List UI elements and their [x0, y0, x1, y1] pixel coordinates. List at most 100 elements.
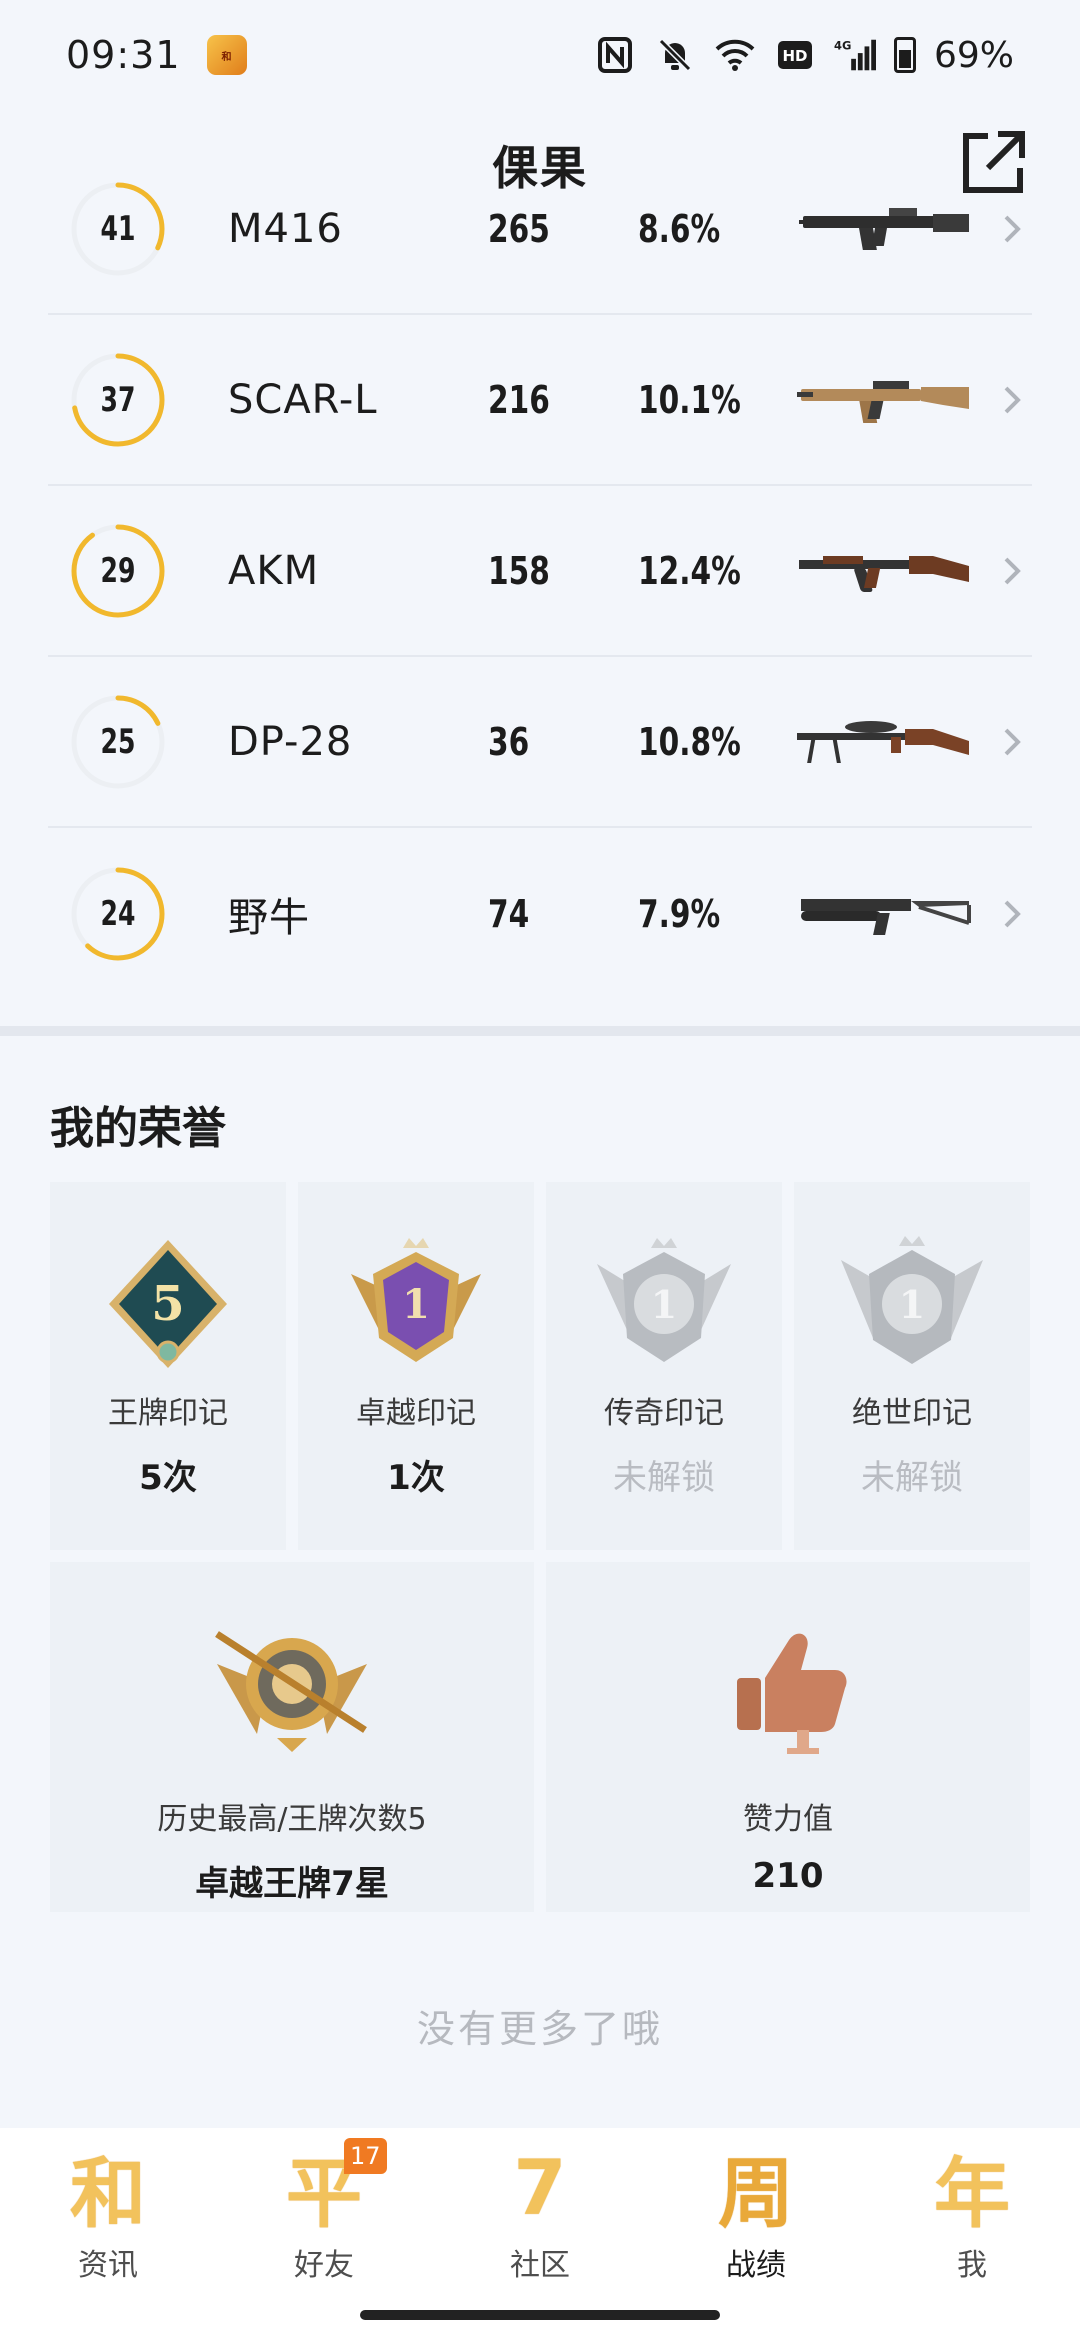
weapon-name: 野牛	[228, 894, 310, 941]
honor-value: 未解锁	[613, 1458, 715, 1498]
ace-tier-emblem-icon	[215, 1631, 367, 1752]
honor-value: 未解锁	[861, 1458, 963, 1498]
tab-news[interactable]: 和 资讯	[0, 2128, 216, 2340]
honor-label: 历史最高/王牌次数5	[157, 1802, 427, 1837]
weapon-row[interactable]: 37 SCAR-L 216 10.1%	[48, 315, 1032, 486]
wifi-icon	[714, 34, 756, 76]
dp-28-lmg-icon	[797, 720, 969, 763]
weapon-level-ring: 24	[70, 866, 166, 962]
weapon-rate: 8.6%	[638, 206, 721, 251]
honor-card-peerless[interactable]: 1 绝世印记 未解锁	[794, 1182, 1030, 1550]
hd-icon: HD	[774, 34, 816, 76]
scar-l-rifle-icon	[797, 380, 969, 423]
tab-label: 战绩	[726, 2248, 786, 2283]
honors-title: 我的荣誉	[50, 1103, 226, 1154]
record-tab-icon: 周	[718, 2149, 794, 2238]
weapon-row[interactable]: 24 野牛 74 7.9%	[48, 828, 1032, 999]
chevron-right-icon	[1004, 900, 1021, 927]
status-icons: HD 4G 69%	[594, 34, 1014, 76]
tab-me[interactable]: 年 我	[864, 2128, 1080, 2340]
weapon-kills: 265	[488, 206, 550, 251]
status-bar: 09:31 和 HD 4G 69%	[0, 0, 1080, 110]
weapon-rate: 10.8%	[638, 719, 741, 764]
weapon-row[interactable]: 25 DP-28 36 10.8%	[48, 657, 1032, 828]
tab-community[interactable]: 7 社区	[432, 2128, 648, 2340]
weapon-level-ring: 25	[70, 694, 166, 790]
app-notification-icon: 和	[206, 35, 247, 75]
battery-icon	[893, 37, 916, 73]
end-of-list-text: 没有更多了哦	[416, 2007, 663, 2051]
weapon-row[interactable]: 29 AKM 158 12.4%	[48, 486, 1032, 657]
news-tab-icon: 和	[70, 2149, 146, 2238]
weapon-name: SCAR-L	[228, 376, 378, 423]
chevron-right-icon	[1004, 215, 1021, 242]
weapon-kills: 36	[488, 719, 530, 764]
weapon-name: M416	[228, 205, 343, 252]
svg-text:1: 1	[402, 1281, 430, 1328]
weapon-level: 41	[100, 208, 136, 249]
weapon-level: 25	[100, 721, 136, 762]
honor-card-legend[interactable]: 1 传奇印记 未解锁	[546, 1182, 782, 1550]
tab-label: 我	[957, 2248, 987, 2283]
svg-text:1: 1	[651, 1282, 677, 1327]
legend-mark-icon: 1	[597, 1238, 731, 1362]
svg-text:4G: 4G	[834, 38, 851, 52]
section-divider	[0, 1026, 1080, 1036]
honor-card-highest-tier[interactable]: 历史最高/王牌次数5 卓越王牌7星	[50, 1562, 534, 1912]
weapon-rate: 7.9%	[638, 891, 721, 936]
tab-record[interactable]: 周 战绩	[648, 2128, 864, 2340]
bottom-nav: 和 资讯 平 17 好友 7 社区 周 战绩 年 我	[0, 2128, 1080, 2340]
status-time: 09:31	[66, 33, 181, 77]
weapon-level-ring: 41	[70, 181, 166, 277]
weapon-name: DP-28	[228, 718, 353, 765]
friends-count-badge: 17	[344, 2138, 387, 2174]
weapon-name: AKM	[228, 547, 320, 594]
weapon-list: 41 M416 265 8.6% 37 SCAR-L 216 10.1% 29 …	[48, 172, 1032, 999]
honor-card-likes[interactable]: 赞力值 210	[546, 1562, 1030, 1912]
honor-value: 5次	[139, 1458, 197, 1498]
thumbs-up-trophy-icon	[737, 1633, 847, 1754]
me-tab-icon: 年	[934, 2149, 1010, 2238]
weapon-level-ring: 29	[70, 523, 166, 619]
peerless-mark-icon: 1	[841, 1236, 983, 1364]
weapon-rate: 10.1%	[638, 377, 741, 422]
svg-text:HD: HD	[782, 47, 807, 65]
nfc-icon	[594, 34, 636, 76]
bizon-smg-icon	[801, 898, 971, 935]
honor-label: 传奇印记	[604, 1396, 724, 1431]
honor-label: 赞力值	[743, 1802, 833, 1837]
chevron-right-icon	[1004, 386, 1021, 413]
ace-mark-icon: 5	[109, 1240, 227, 1368]
chevron-right-icon	[1004, 557, 1021, 584]
honor-label: 绝世印记	[852, 1396, 972, 1431]
weapon-level-ring: 37	[70, 352, 166, 448]
tab-label: 资讯	[78, 2248, 138, 2283]
weapon-kills: 158	[488, 548, 550, 593]
mute-bell-icon	[654, 34, 696, 76]
community-tab-icon: 7	[513, 2142, 567, 2232]
honor-label: 王牌印记	[108, 1396, 228, 1431]
weapon-rate: 12.4%	[638, 548, 741, 593]
tab-friends[interactable]: 平 17 好友	[216, 2128, 432, 2340]
signal-4g-icon: 4G	[834, 34, 876, 76]
honor-card-excellence[interactable]: 1 卓越印记 1次	[298, 1182, 534, 1550]
battery-percent: 69%	[933, 34, 1014, 76]
weapon-kills: 216	[488, 377, 550, 422]
honor-value: 1次	[387, 1458, 445, 1498]
honor-label: 卓越印记	[356, 1396, 476, 1431]
weapon-level: 29	[100, 550, 136, 591]
excellence-mark-icon: 1	[351, 1238, 481, 1362]
m416-rifle-icon	[799, 207, 969, 250]
chevron-right-icon	[1004, 728, 1021, 755]
tab-label: 好友	[294, 2248, 354, 2283]
akm-rifle-icon	[799, 555, 969, 592]
weapon-level: 24	[100, 893, 136, 934]
svg-text:5: 5	[151, 1276, 184, 1332]
home-indicator[interactable]	[360, 2310, 720, 2320]
honor-card-ace[interactable]: 5 王牌印记 5次	[50, 1182, 286, 1550]
honor-value: 卓越王牌7星	[195, 1864, 389, 1904]
weapon-level: 37	[100, 379, 136, 420]
weapon-row[interactable]: 41 M416 265 8.6%	[48, 144, 1032, 315]
svg-text:1: 1	[899, 1282, 925, 1327]
weapon-kills: 74	[488, 891, 530, 936]
